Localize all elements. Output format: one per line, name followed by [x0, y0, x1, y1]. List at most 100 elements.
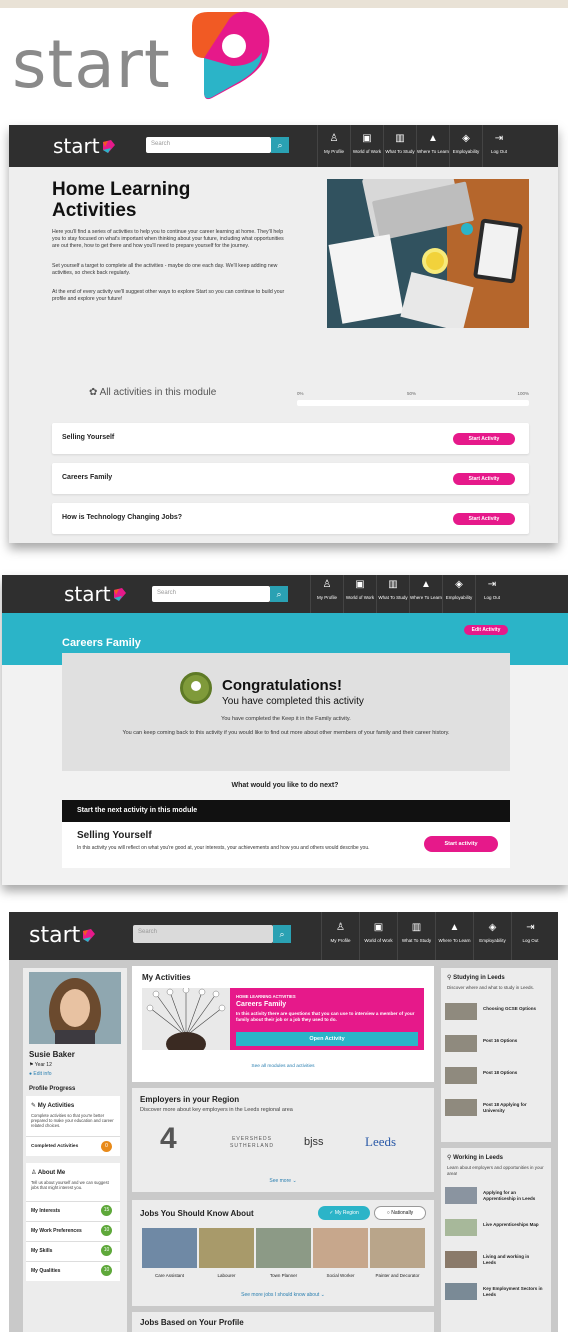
progress-bar: [297, 400, 529, 406]
next-activity-card[interactable]: Selling Yourself In this activity you wi…: [62, 822, 510, 868]
nav-what-to-study[interactable]: ▥ What To Study: [376, 575, 409, 613]
job-photo: [142, 1228, 197, 1268]
working-item[interactable]: Living and working in Leeds: [445, 1250, 545, 1270]
count-badge: 15: [101, 1205, 112, 1216]
logout-icon: ⇥: [526, 922, 535, 933]
edit-icon: ✎: [31, 1103, 37, 1109]
nav-where-to-learn[interactable]: ▲ Where To Learn: [435, 912, 473, 960]
activity-title: Careers Family: [62, 637, 141, 649]
start-activity-button[interactable]: Start Activity: [453, 513, 515, 525]
profile-year: ⚑ Year 12: [29, 1062, 52, 1068]
nav-log-out[interactable]: ⇥ Log Out: [475, 575, 508, 613]
item-thumbnail: [445, 1067, 477, 1084]
search-icon: ⌕: [279, 929, 285, 939]
my-region-toggle[interactable]: ✓ My Region: [318, 1206, 370, 1220]
studying-item[interactable]: Post 16 Options: [445, 1034, 545, 1054]
working-panel: ⚲ Working in Leeds Learn about employers…: [441, 1148, 551, 1332]
nav-what-to-study[interactable]: ▥ What To Study: [383, 125, 416, 167]
working-title: ⚲ Working in Leeds: [447, 1155, 503, 1161]
completed-detail: You have completed the Keep it in the Fa…: [221, 716, 351, 722]
desk-illustration: [327, 179, 529, 328]
profile-progress-heading: Profile Progress: [29, 1086, 76, 1092]
logout-icon: ⇥: [494, 133, 504, 144]
job-card[interactable]: Care Assistant: [142, 1228, 197, 1278]
badge-icon: ⚑: [29, 1062, 34, 1068]
graduation-cap-icon: ▲: [428, 133, 438, 144]
job-label: Labourer: [217, 1273, 236, 1278]
search-button[interactable]: ⌕: [271, 137, 289, 153]
search-input[interactable]: Search: [133, 925, 273, 943]
edit-activity-button[interactable]: Edit Activity: [464, 625, 508, 635]
edit-info-link[interactable]: ● Edit info: [29, 1071, 52, 1077]
eversheds-logo[interactable]: EVERSHEDS SUTHERLAND: [222, 1136, 282, 1150]
chevron-down-icon: ⌄: [292, 1178, 297, 1184]
puzzle-icon: ✿: [89, 387, 98, 398]
studying-panel: ⚲ Studying in Leeds Discover where and w…: [441, 968, 551, 1142]
nav-world-of-work[interactable]: ▣ World of Work: [350, 125, 383, 167]
nav-employability[interactable]: ◈ Employability: [442, 575, 475, 613]
studying-item[interactable]: Post 18 Options: [445, 1066, 545, 1086]
nav-brand[interactable]: start: [29, 923, 96, 948]
see-all-link[interactable]: See all modules and activities: [132, 1064, 434, 1069]
search-input[interactable]: Search: [152, 586, 270, 602]
nationally-toggle[interactable]: ○ Nationally: [374, 1206, 426, 1220]
job-label: Social Worker: [326, 1273, 355, 1278]
job-photo: [199, 1228, 254, 1268]
see-more-link[interactable]: See more ⌄: [132, 1178, 434, 1184]
studying-item[interactable]: Choosing GCSE Options: [445, 1002, 545, 1022]
nav-world-of-work[interactable]: ▣ World of Work: [359, 912, 397, 960]
working-item[interactable]: Applying for an Apprenticeship in Leeds: [445, 1186, 545, 1206]
home-learning-screenshot: start Search ⌕ ♙ My Profile ▣ World of Wor…: [9, 125, 558, 543]
nav-log-out[interactable]: ⇥ Log Out: [511, 912, 549, 960]
working-item[interactable]: Live Apprenticeships Map: [445, 1218, 545, 1238]
module-progress: 0% 50% 100%: [297, 391, 529, 406]
search-button[interactable]: ⌕: [273, 925, 291, 943]
search-button[interactable]: ⌕: [270, 586, 288, 602]
start-activity-button[interactable]: Start Activity: [453, 433, 515, 445]
nav-brand[interactable]: start: [64, 582, 127, 606]
activity-card-title: Careers Family: [236, 1001, 287, 1008]
nav-what-to-study[interactable]: ▥ What To Study: [397, 912, 435, 960]
nav-my-profile[interactable]: ♙ My Profile: [321, 912, 359, 960]
avatar: [29, 972, 121, 1046]
activity-row[interactable]: Careers Family Start Activity: [52, 463, 529, 494]
job-card[interactable]: Painter and Decorator: [370, 1228, 425, 1278]
nav-employability[interactable]: ◈ Employability: [473, 912, 511, 960]
more-jobs-link[interactable]: See more jobs I should know about ⌄: [132, 1292, 434, 1298]
nav-my-profile[interactable]: ♙ My Profile: [310, 575, 343, 613]
channel4-logo[interactable]: 4: [160, 1122, 177, 1156]
working-item[interactable]: Key Employment Sectors in Leeds: [445, 1282, 545, 1302]
activity-row[interactable]: How is Technology Changing Jobs? Start A…: [52, 503, 529, 534]
bjss-logo[interactable]: bjss: [304, 1136, 324, 1148]
start-activity-button[interactable]: Start activity: [424, 836, 498, 852]
nav-where-to-learn[interactable]: ▲ Where To Learn: [416, 125, 449, 167]
jobs-profile-title: Jobs Based on Your Profile: [140, 1318, 244, 1327]
open-activity-button[interactable]: Open Activity: [236, 1032, 418, 1046]
nav-brand[interactable]: start: [53, 134, 116, 158]
activity-row[interactable]: Selling Yourself Start Activity: [52, 423, 529, 454]
studying-desc: Discover where and what to study in Leed…: [447, 985, 535, 990]
activity-title: Selling Yourself: [62, 434, 115, 441]
studying-item[interactable]: Post 18 Applying for University: [445, 1098, 545, 1118]
job-card[interactable]: Social Worker: [313, 1228, 368, 1278]
leeds-logo[interactable]: Leeds: [365, 1134, 396, 1150]
nav-my-profile[interactable]: ♙ My Profile: [317, 125, 350, 167]
nav-where-to-learn[interactable]: ▲ Where To Learn: [409, 575, 442, 613]
nav-employability[interactable]: ◈ Employability: [449, 125, 482, 167]
progress-label-100: 100%: [517, 391, 529, 396]
next-activity-bar: Start the next activity in this module: [62, 800, 510, 822]
search-input[interactable]: Search: [146, 137, 271, 153]
start-activity-button[interactable]: Start Activity: [453, 473, 515, 485]
medal-icon: [180, 672, 212, 704]
my-activities-card[interactable]: ✎ My Activities Complete activities so t…: [26, 1096, 120, 1156]
job-card[interactable]: Labourer: [199, 1228, 254, 1278]
activity-kicker: HOME LEARNING ACTIVITIES: [236, 994, 296, 999]
next-question: What would you like to do next?: [231, 782, 339, 789]
nav-log-out[interactable]: ⇥ Log Out: [482, 125, 515, 167]
location-pin-icon: ⚲: [447, 1155, 452, 1161]
job-card[interactable]: Town Planner: [256, 1228, 311, 1278]
count-badge: 10: [101, 1225, 112, 1236]
featured-activity-card[interactable]: HOME LEARNING ACTIVITIES Careers Family …: [142, 986, 424, 1056]
nav-world-of-work[interactable]: ▣ World of Work: [343, 575, 376, 613]
panel-title: My Activities: [142, 973, 191, 982]
